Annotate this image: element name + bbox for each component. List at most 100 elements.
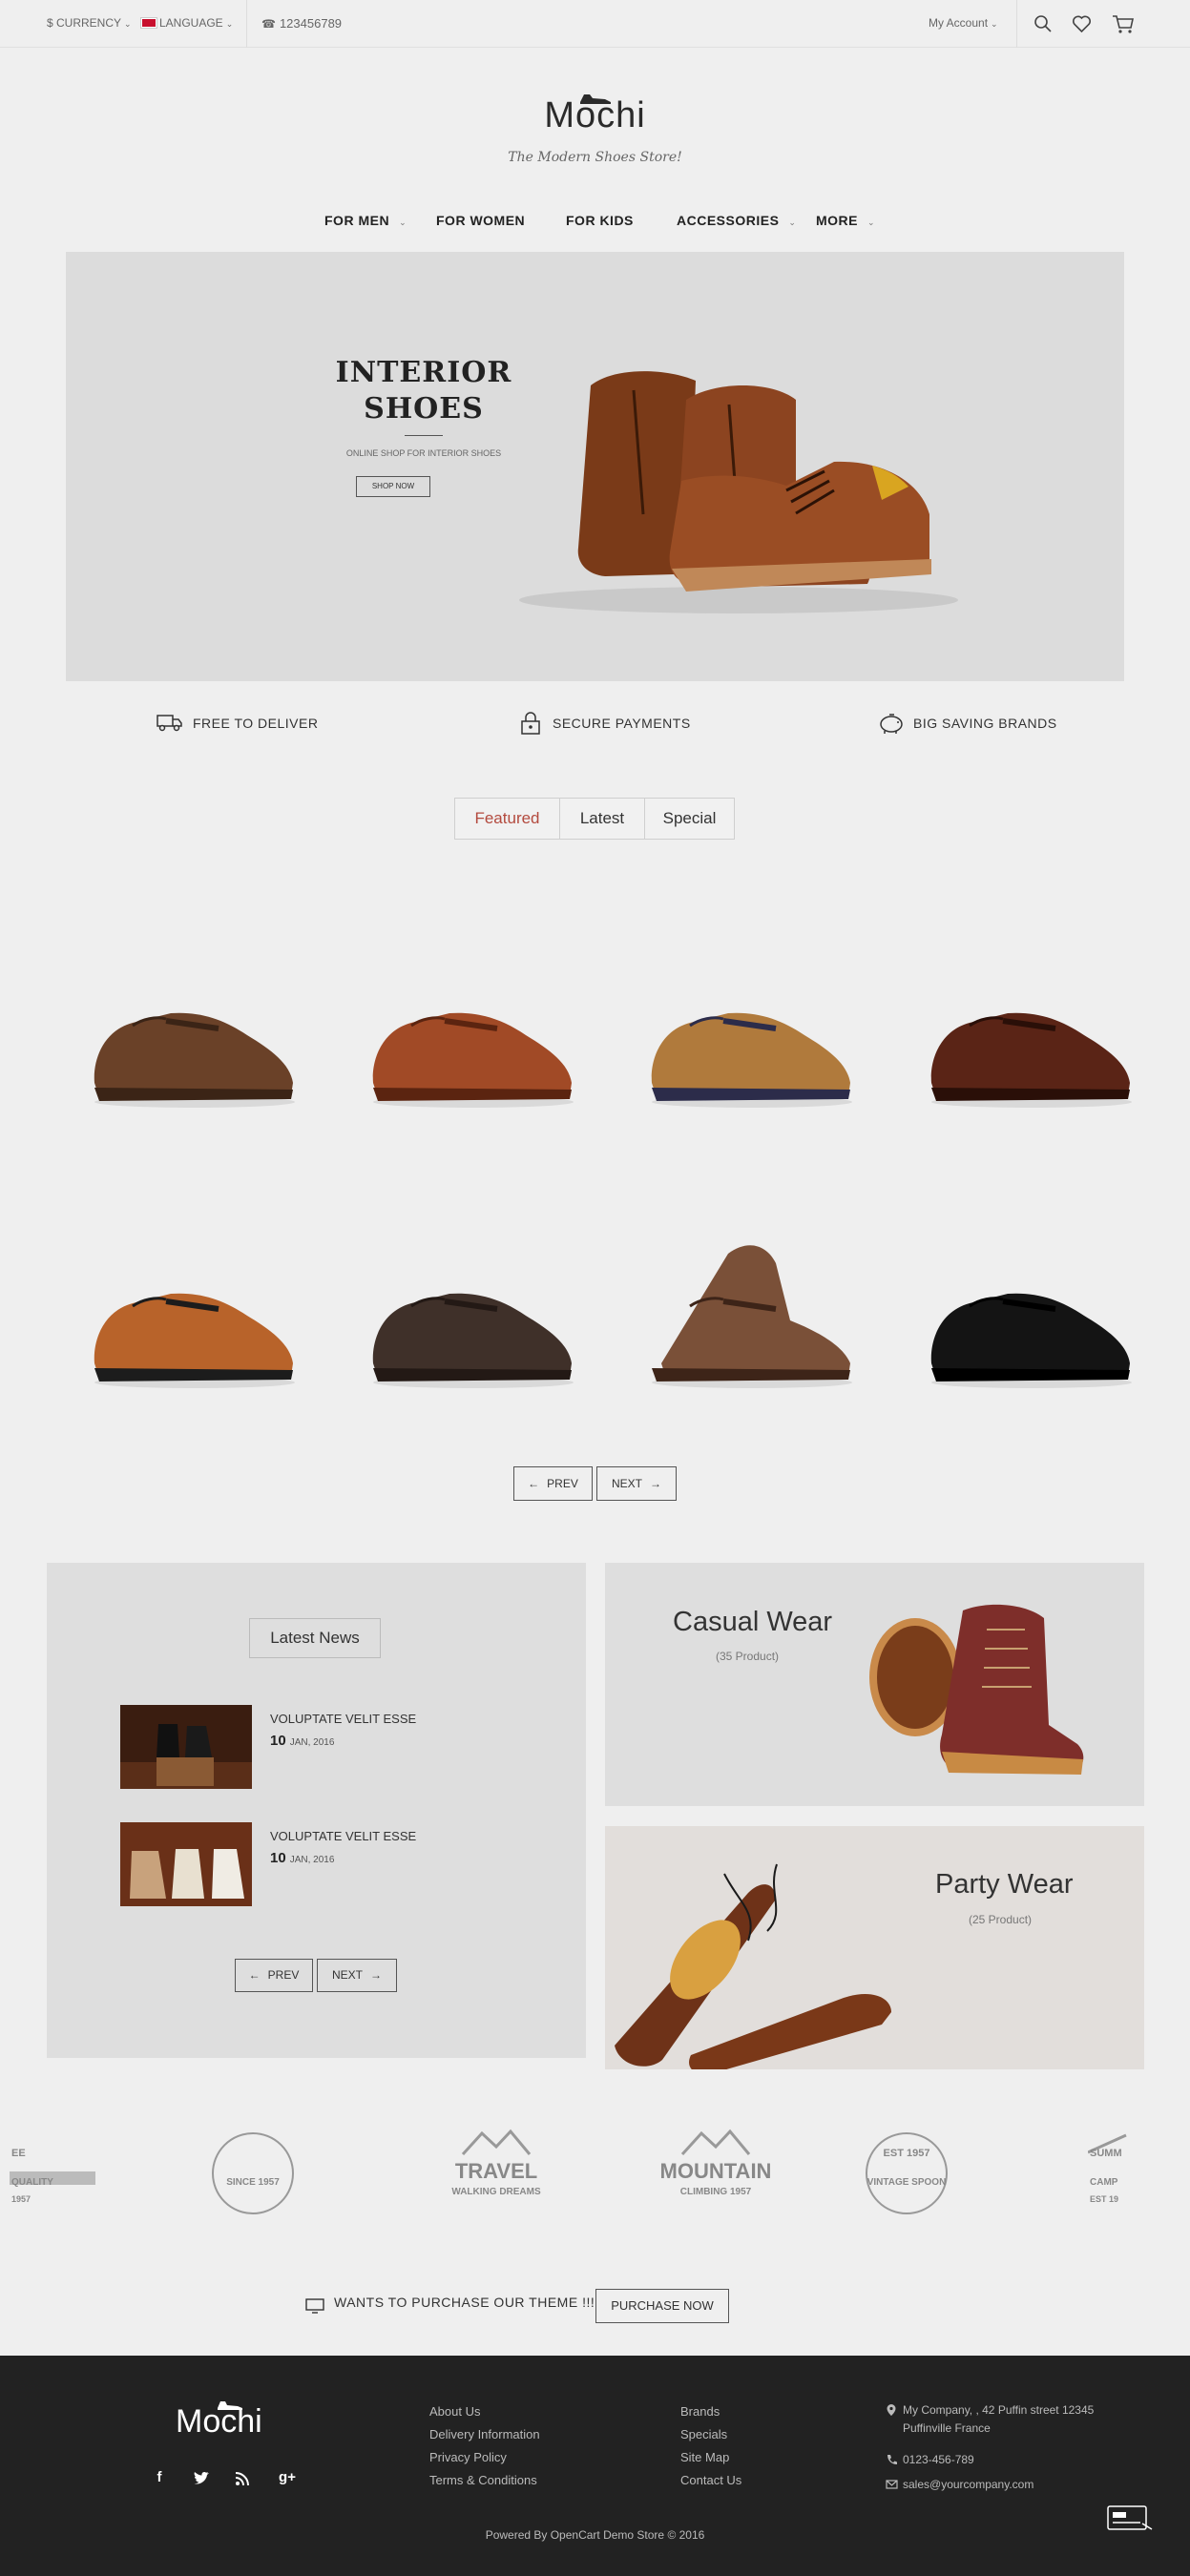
- product-image: [372, 1293, 574, 1388]
- casual-boot-image: [869, 1604, 1084, 1775]
- products-prev-button[interactable]: ← Prev: [513, 1466, 593, 1501]
- footer-link-brands[interactable]: Brands: [680, 2404, 720, 2419]
- news-thumbnail[interactable]: [120, 1822, 252, 1906]
- product-image: [94, 1012, 295, 1108]
- brand-logo-text: QUALITY: [11, 2177, 53, 2188]
- news-prev-button[interactable]: ← Prev: [235, 1959, 313, 1992]
- search-icon[interactable]: [1033, 14, 1053, 33]
- site-tagline: The Modern Shoes Store!: [508, 150, 682, 165]
- heart-icon[interactable]: [1072, 14, 1092, 33]
- envelope-icon: [886, 2480, 898, 2489]
- product-card[interactable]: [66, 906, 319, 1140]
- phone-number: 123456789: [279, 16, 343, 31]
- product-card[interactable]: [623, 906, 876, 1140]
- lock-icon: [521, 712, 540, 735]
- category-party-wear[interactable]: Party Wear (25 Product): [605, 1826, 1144, 2069]
- nav-item-for-kids[interactable]: For Kids: [566, 213, 634, 228]
- tab-latest[interactable]: Latest: [560, 799, 645, 839]
- tab-featured[interactable]: Featured: [455, 799, 560, 839]
- nav-item-more[interactable]: More ⌄: [816, 213, 875, 228]
- nav-item-for-women[interactable]: For Women: [436, 213, 525, 228]
- news-item-title[interactable]: Voluptate velit esse: [270, 1829, 416, 1843]
- shoe-logo-icon: [580, 94, 611, 104]
- footer-logo[interactable]: Mochi: [176, 2401, 262, 2441]
- footer-link-site-map[interactable]: Site Map: [680, 2450, 729, 2464]
- brand-logo[interactable]: SINCE 1957: [196, 2126, 358, 2221]
- google-plus-icon[interactable]: g+: [275, 2469, 300, 2488]
- arrow-right-icon: →: [370, 1968, 382, 1982]
- product-card[interactable]: [903, 906, 1156, 1140]
- tab-special[interactable]: Special: [645, 799, 734, 839]
- site-logo[interactable]: Mochi: [0, 94, 1190, 136]
- footer-link-about-us[interactable]: About Us: [429, 2404, 480, 2419]
- product-card[interactable]: [344, 1187, 597, 1421]
- currency-dropdown[interactable]: $ Currency ⌄: [47, 16, 132, 30]
- footer-phone: 0123-456-789: [887, 2451, 974, 2469]
- brand-logo-text: WALKING DREAMS: [451, 2187, 541, 2197]
- brand-logo-text: SINCE 1957: [226, 2177, 280, 2188]
- product-image: [94, 1293, 295, 1388]
- news-item-date: 10 Jan, 2016: [270, 1850, 335, 1866]
- footer-link-contact-us[interactable]: Contact Us: [680, 2473, 741, 2487]
- phone-icon: [887, 2455, 897, 2464]
- arrow-right-icon: →: [650, 1477, 661, 1490]
- product-card[interactable]: [623, 1187, 876, 1421]
- news-thumbnail[interactable]: [120, 1705, 252, 1789]
- product-card[interactable]: [66, 1187, 319, 1421]
- feature-label: Secure Payments: [553, 716, 691, 731]
- brand-logo-text: EST 1957: [884, 2148, 930, 2159]
- category-casual-wear[interactable]: Casual Wear (35 Product): [605, 1563, 1144, 1806]
- category-title: Party Wear: [935, 1869, 1074, 1900]
- brand-logo[interactable]: SUMM CAMP EST 19: [1088, 2126, 1190, 2221]
- flag-icon: [141, 18, 157, 28]
- footer-link-privacy[interactable]: Privacy Policy: [429, 2450, 507, 2464]
- product-image: [652, 1245, 852, 1388]
- brand-logo-text: TRAVEL: [455, 2159, 537, 2183]
- account-label: My Account: [929, 16, 989, 30]
- purchase-now-button[interactable]: Purchase Now: [595, 2289, 729, 2323]
- arrow-left-icon: ←: [528, 1477, 540, 1490]
- category-count: (25 Product): [969, 1913, 1033, 1926]
- divider: [1016, 0, 1017, 48]
- my-account-dropdown[interactable]: My Account ⌄: [929, 16, 998, 30]
- currency-label: $ Currency: [47, 16, 122, 30]
- map-pin-icon: [887, 2404, 896, 2416]
- product-tabs: Featured Latest Special: [454, 798, 735, 840]
- brand-logo[interactable]: MOUNTAIN CLIMBING 1957: [630, 2126, 792, 2221]
- brand-logo[interactable]: EE QUALITY 1957: [10, 2126, 112, 2221]
- chevron-down-icon: ⌄: [225, 19, 234, 29]
- brand-logo[interactable]: TRAVEL WALKING DREAMS: [410, 2126, 573, 2221]
- chevron-down-icon: ⌄: [867, 218, 876, 227]
- chevron-down-icon: ⌄: [399, 218, 407, 227]
- site-footer: Mochi f g+ About Us Delivery Information…: [0, 2356, 1190, 2576]
- facebook-icon[interactable]: f: [150, 2469, 169, 2488]
- footer-link-delivery[interactable]: Delivery Information: [429, 2427, 540, 2441]
- footer-link-terms[interactable]: Terms & Conditions: [429, 2473, 537, 2487]
- payment-card-icon: [1107, 2505, 1153, 2530]
- products-next-button[interactable]: Next →: [596, 1466, 677, 1501]
- brand-logo-text: CLIMBING 1957: [680, 2187, 752, 2197]
- shop-now-button[interactable]: Shop Now: [356, 476, 430, 497]
- nav-item-accessories[interactable]: Accessories ⌄: [677, 213, 796, 228]
- brand-logo-text: EE: [11, 2148, 26, 2159]
- rss-icon[interactable]: [233, 2469, 252, 2488]
- brand-logo[interactable]: EST 1957 VINTAGE SPOON: [849, 2126, 1012, 2221]
- twitter-icon[interactable]: [192, 2469, 211, 2488]
- purchase-prompt: Wants to purchase our theme !!!: [334, 2295, 595, 2310]
- product-card[interactable]: [903, 1187, 1156, 1421]
- cart-icon[interactable]: [1112, 13, 1135, 34]
- news-heading: Latest News: [249, 1618, 381, 1658]
- footer-link-specials[interactable]: Specials: [680, 2427, 727, 2441]
- nav-item-for-men[interactable]: For Men ⌄: [324, 213, 407, 228]
- brand-logo-text: SUMM: [1090, 2148, 1122, 2159]
- product-image: [930, 1293, 1132, 1388]
- product-card[interactable]: [344, 906, 597, 1140]
- phone-link[interactable]: ☎ 123456789: [261, 16, 342, 31]
- news-next-button[interactable]: Next →: [317, 1959, 397, 1992]
- footer-email[interactable]: sales@yourcompany.com: [886, 2476, 1033, 2494]
- language-dropdown[interactable]: Language ⌄: [141, 16, 233, 30]
- chevron-down-icon: ⌄: [991, 19, 998, 29]
- main-nav: For Men ⌄ For Women For Kids Accessories ⌄…: [0, 213, 1190, 232]
- language-label: Language: [159, 16, 223, 30]
- news-item-title[interactable]: Voluptate velit esse: [270, 1712, 416, 1726]
